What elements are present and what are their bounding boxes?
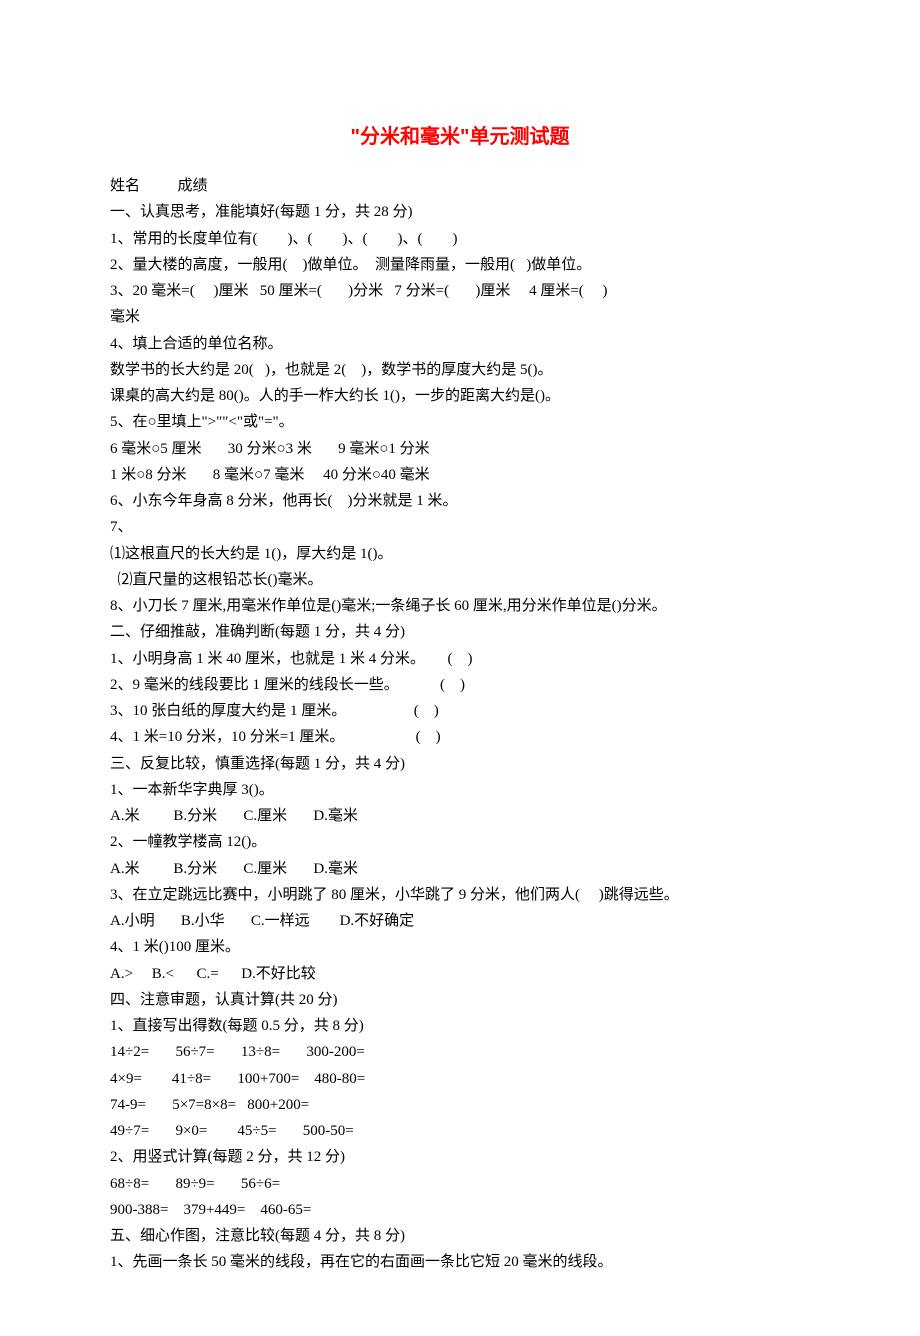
text-line: 74-9= 5×7=8×8= 800+200= <box>110 1092 810 1118</box>
text-line: 68÷8= 89÷9= 56÷6= <box>110 1171 810 1197</box>
text-line: 900-388= 379+449= 460-65= <box>110 1197 810 1223</box>
text-line: 一、认真思考，准能填好(每题 1 分，共 28 分) <box>110 199 810 225</box>
document-body: 姓名 成绩一、认真思考，准能填好(每题 1 分，共 28 分)1、常用的长度单位… <box>110 173 810 1276</box>
text-line: 5、在○里填上">""<"或"="。 <box>110 409 810 435</box>
text-line: 1、先画一条长 50 毫米的线段，再在它的右面画一条比它短 20 毫米的线段。 <box>110 1249 810 1275</box>
text-line: 毫米 <box>110 304 810 330</box>
text-line: 4、1 米=10 分米，10 分米=1 厘米。 ( ) <box>110 724 810 750</box>
text-line: 二、仔细推敲，准确判断(每题 1 分，共 4 分) <box>110 619 810 645</box>
text-line: 7、 <box>110 514 810 540</box>
text-line: 数学书的长大约是 20( )，也就是 2( )，数学书的厚度大约是 5()。 <box>110 357 810 383</box>
text-line: 2、9 毫米的线段要比 1 厘米的线段长一些。 ( ) <box>110 672 810 698</box>
text-line: 6 毫米○5 厘米 30 分米○3 米 9 毫米○1 分米 <box>110 436 810 462</box>
text-line: 14÷2= 56÷7= 13÷8= 300-200= <box>110 1039 810 1065</box>
text-line: 姓名 成绩 <box>110 173 810 199</box>
text-line: 2、量大楼的高度，一般用( )做单位。 测量降雨量，一般用( )做单位。 <box>110 252 810 278</box>
text-line: 三、反复比较，慎重选择(每题 1 分，共 4 分) <box>110 751 810 777</box>
text-line: A.米 B.分米 C.厘米 D.毫米 <box>110 803 810 829</box>
text-line: A.> B.< C.= D.不好比较 <box>110 961 810 987</box>
text-line: 五、细心作图，注意比较(每题 4 分，共 8 分) <box>110 1223 810 1249</box>
text-line: A.米 B.分米 C.厘米 D.毫米 <box>110 856 810 882</box>
text-line: 2、用竖式计算(每题 2 分，共 12 分) <box>110 1144 810 1170</box>
text-line: 四、注意审题，认真计算(共 20 分) <box>110 987 810 1013</box>
text-line: ⑵直尺量的这根铅芯长()毫米。 <box>110 567 810 593</box>
text-line: A.小明 B.小华 C.一样远 D.不好确定 <box>110 908 810 934</box>
text-line: ⑴这根直尺的长大约是 1()，厚大约是 1()。 <box>110 541 810 567</box>
document-title: "分米和毫米"单元测试题 <box>110 120 810 155</box>
text-line: 3、20 毫米=( )厘米 50 厘米=( )分米 7 分米=( )厘米 4 厘… <box>110 278 810 304</box>
text-line: 2、一幢教学楼高 12()。 <box>110 829 810 855</box>
text-line: 1 米○8 分米 8 毫米○7 毫米 40 分米○40 毫米 <box>110 462 810 488</box>
text-line: 1、常用的长度单位有( )、( )、( )、( ) <box>110 226 810 252</box>
text-line: 6、小东今年身高 8 分米，他再长( )分米就是 1 米。 <box>110 488 810 514</box>
text-line: 3、在立定跳远比赛中，小明跳了 80 厘米，小华跳了 9 分米，他们两人( )跳… <box>110 882 810 908</box>
text-line: 1、小明身高 1 米 40 厘米，也就是 1 米 4 分米。 ( ) <box>110 646 810 672</box>
text-line: 4×9= 41÷8= 100+700= 480-80= <box>110 1066 810 1092</box>
text-line: 1、一本新华字典厚 3()。 <box>110 777 810 803</box>
text-line: 8、小刀长 7 厘米,用毫米作单位是()毫米;一条绳子长 60 厘米,用分米作单… <box>110 593 810 619</box>
text-line: 1、直接写出得数(每题 0.5 分，共 8 分) <box>110 1013 810 1039</box>
text-line: 3、10 张白纸的厚度大约是 1 厘米。 ( ) <box>110 698 810 724</box>
text-line: 4、1 米()100 厘米。 <box>110 934 810 960</box>
text-line: 49÷7= 9×0= 45÷5= 500-50= <box>110 1118 810 1144</box>
text-line: 4、填上合适的单位名称。 <box>110 331 810 357</box>
text-line: 课桌的高大约是 80()。人的手一柞大约长 1()，一步的距离大约是()。 <box>110 383 810 409</box>
